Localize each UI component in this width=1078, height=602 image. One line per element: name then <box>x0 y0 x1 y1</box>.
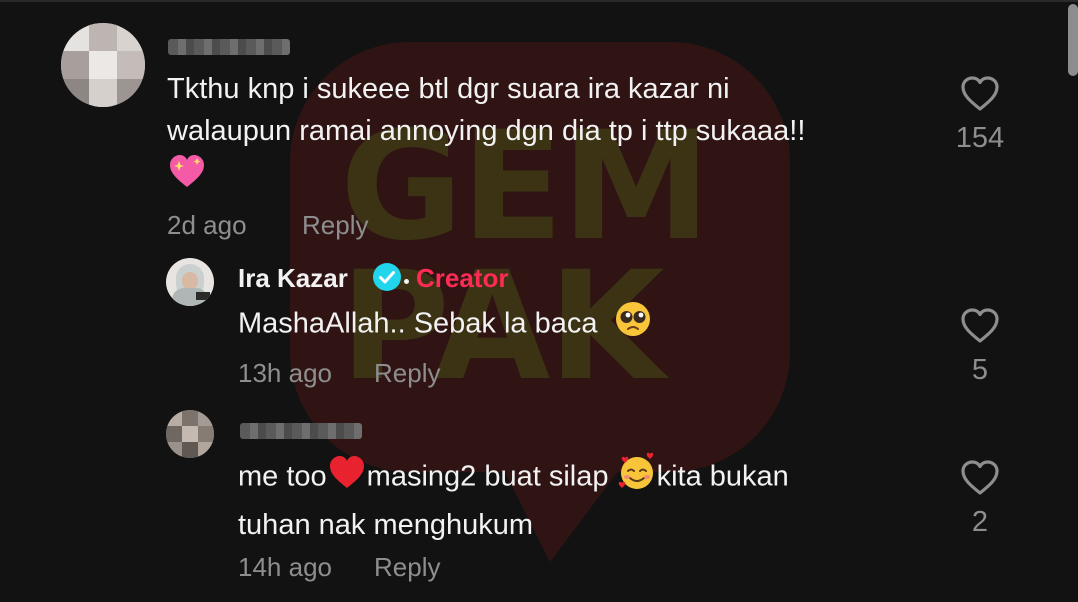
comment-text: Tkthu knp i sukeee btl dgr suara ira kaz… <box>167 68 927 204</box>
creator-avatar[interactable] <box>166 258 214 306</box>
smiling-face-with-hearts-icon <box>617 452 657 504</box>
reply-button[interactable]: Reply <box>374 552 440 582</box>
username-blurred[interactable] <box>168 39 290 55</box>
like-count: 5 <box>971 354 989 386</box>
comment-text: me too masing2 buat silap kita bukan tuh… <box>238 452 938 546</box>
comment-text-line1: Tkthu knp i sukeee btl dgr suara ira kaz… <box>167 73 730 105</box>
comment-text-line2: walaupun ramai annoying dgn dia tp i ttp… <box>167 115 806 147</box>
red-heart-icon <box>327 453 367 503</box>
comment-text-part1: me too <box>238 460 327 493</box>
like-heart-icon[interactable] <box>960 459 1000 497</box>
pleading-face-icon <box>614 300 652 350</box>
creator-name[interactable]: Ira Kazar <box>238 263 348 293</box>
reply-text-line1: MashaAllah.. Sebak la baca <box>238 307 598 340</box>
separator-dot <box>404 279 409 284</box>
creator-badge: Creator <box>416 263 509 293</box>
reply-time: 13h ago <box>238 358 332 388</box>
top-divider <box>0 0 1078 2</box>
sparkling-heart-icon <box>167 152 207 204</box>
avatar[interactable] <box>61 23 145 107</box>
comment-text-line2: tuhan nak menghukum <box>238 509 534 541</box>
like-heart-icon[interactable] <box>960 75 1000 113</box>
comments-screen: GEM PAK Tkthu knp i sukeee btl dgr suara… <box>0 0 1078 602</box>
avatar[interactable] <box>166 410 214 458</box>
scrollbar[interactable] <box>1068 4 1078 76</box>
reply-button[interactable]: Reply <box>302 210 368 240</box>
comment-time: 14h ago <box>238 552 332 582</box>
reply-text: MashaAllah.. Sebak la baca <box>238 300 938 350</box>
reply-button[interactable]: Reply <box>374 358 440 388</box>
comment-text-part3: kita bukan <box>656 460 789 493</box>
like-count: 154 <box>955 122 1005 154</box>
verified-badge-icon <box>372 262 402 292</box>
like-heart-icon[interactable] <box>960 307 1000 345</box>
comment-text-part2: masing2 buat silap <box>366 460 609 493</box>
comment-time: 2d ago <box>167 210 247 240</box>
username-blurred[interactable] <box>240 423 362 439</box>
like-count: 2 <box>971 506 989 538</box>
